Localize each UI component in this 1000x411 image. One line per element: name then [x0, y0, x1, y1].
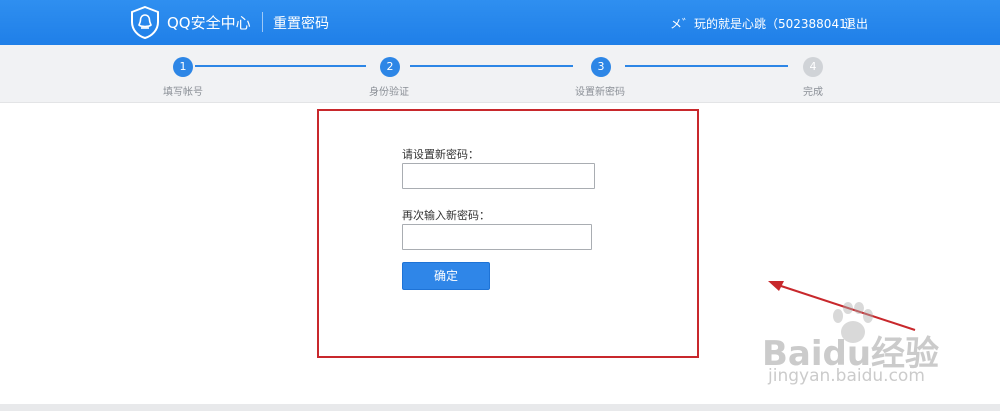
- step-2-label: 身份验证: [369, 87, 409, 98]
- new-password-label: 请设置新密码：: [402, 148, 479, 161]
- bottom-bar: [0, 404, 1000, 411]
- step-connector-3-4: [625, 65, 788, 67]
- progress-steps: 1 2 3 4 填写帐号 身份验证 设置新密码 完成: [0, 45, 1000, 103]
- step-4-label: 完成: [803, 87, 823, 98]
- step-connector-2-3: [410, 65, 573, 67]
- step-2-circle: 2: [380, 57, 400, 77]
- brand-title: QQ安全中心: [167, 14, 251, 32]
- watermark-url: jingyan.baidu.com: [768, 366, 925, 386]
- step-3-circle: 3: [591, 57, 611, 77]
- top-header: QQ安全中心 重置密码 メ゛玩的就是心跳（502388041） 退出: [0, 0, 1000, 45]
- step-3-label: 设置新密码: [575, 87, 625, 98]
- baidu-jingyan-watermark: Baidu经验 jingyan.baidu.com: [760, 300, 1000, 400]
- confirm-button[interactable]: 确定: [402, 262, 490, 290]
- header-divider: [262, 12, 263, 32]
- new-password-input[interactable]: [402, 163, 595, 189]
- step-1-label: 填写帐号: [163, 87, 203, 98]
- step-1-circle: 1: [173, 57, 193, 77]
- page-title: 重置密码: [273, 16, 329, 32]
- confirm-password-input[interactable]: [402, 224, 592, 250]
- qq-shield-logo-icon: [131, 6, 159, 39]
- user-account-info: メ゛玩的就是心跳（502388041）: [670, 17, 859, 31]
- confirm-password-label: 再次输入新密码：: [402, 209, 490, 222]
- step-connector-1-2: [195, 65, 366, 67]
- step-4-circle: 4: [803, 57, 823, 77]
- logout-link[interactable]: 退出: [844, 15, 868, 32]
